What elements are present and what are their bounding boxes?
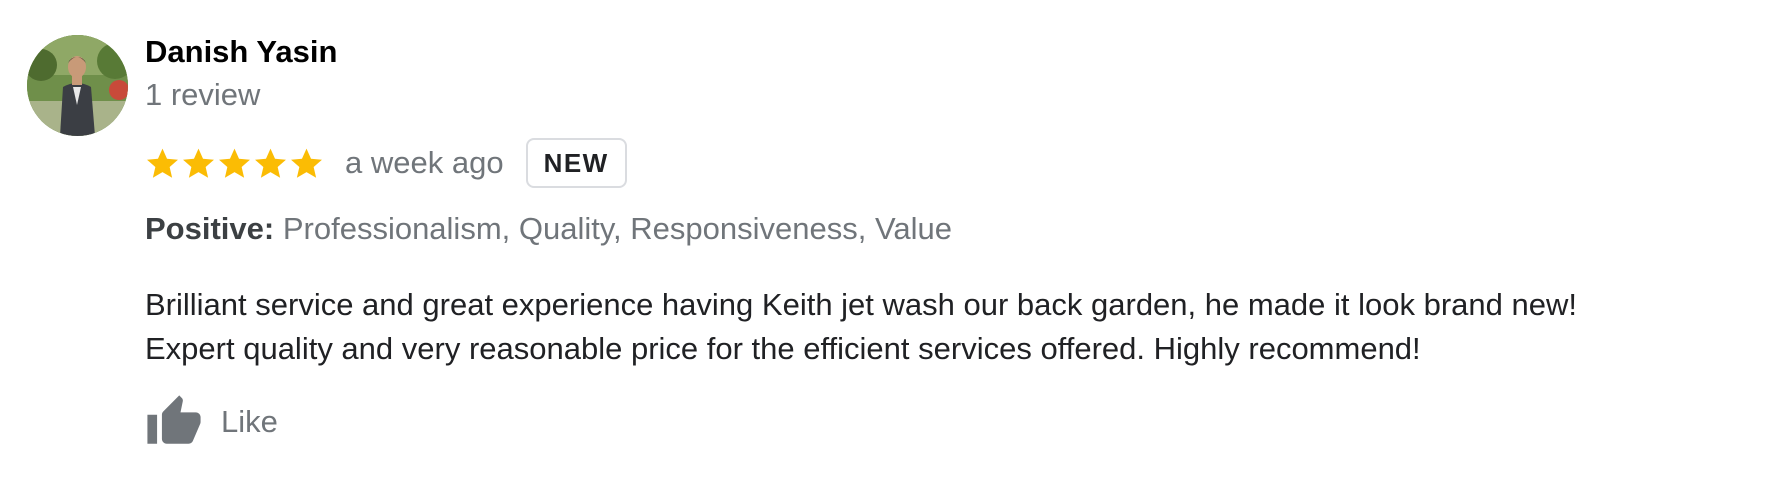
attributes-values: Professionalism, Quality, Responsiveness… — [282, 211, 952, 246]
review-count: 1 review — [145, 77, 261, 112]
review-time: a week ago — [345, 145, 504, 180]
avatar-photo — [27, 35, 128, 136]
thumbs-up-icon — [147, 395, 201, 444]
review-card: Danish Yasin 1 review a week ago NEW Pos… — [0, 0, 1765, 478]
attributes-label: Positive: — [145, 211, 275, 246]
avatar[interactable] — [27, 35, 128, 136]
review-text: Brilliant service and great experience h… — [145, 283, 1745, 371]
like-button[interactable]: Like — [145, 393, 278, 451]
star-rating — [145, 146, 324, 181]
like-label: Like — [221, 404, 278, 439]
review-text-line: Expert quality and very reasonable price… — [145, 331, 1421, 366]
review-meta: a week ago NEW — [145, 136, 627, 190]
star-icon — [255, 148, 286, 178]
review-text-line: Brilliant service and great experience h… — [145, 287, 1577, 322]
new-badge: NEW — [525, 138, 627, 188]
review-attributes: Positive: Professionalism, Quality, Resp… — [145, 211, 952, 247]
reviewer-name[interactable]: Danish Yasin — [145, 34, 337, 70]
star-icon — [183, 148, 214, 178]
star-icon — [147, 148, 178, 178]
star-icon — [219, 148, 250, 178]
star-icon — [291, 148, 322, 178]
